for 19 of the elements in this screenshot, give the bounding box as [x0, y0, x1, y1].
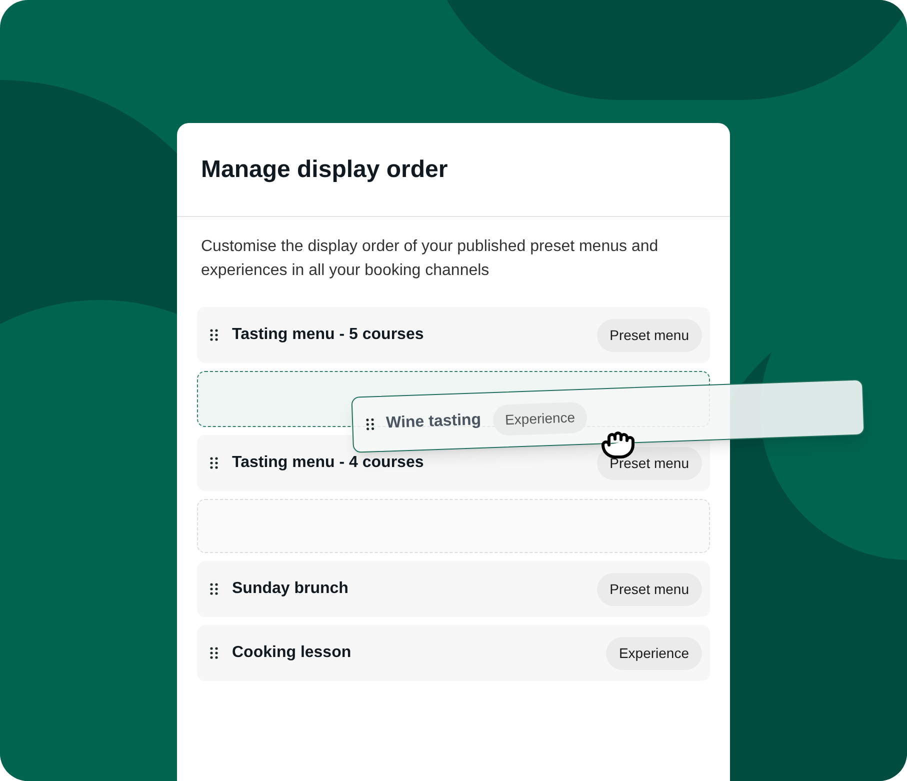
item-title: Tasting menu - 5 courses	[232, 325, 425, 345]
dialog-title: Manage display order	[201, 154, 448, 184]
list-item[interactable]: Sunday brunch Preset menu	[197, 561, 710, 617]
item-title: Tasting menu - 4 courses	[232, 453, 425, 473]
dialog-description: Customise the display order of your published preset menus and experiences in all your booking channels	[200, 237, 660, 281]
item-tag: Preset menu	[596, 318, 702, 352]
drag-handle-icon[interactable]	[210, 329, 218, 341]
drag-handle-icon[interactable]	[210, 647, 218, 659]
drag-handle-icon[interactable]	[210, 457, 218, 469]
drag-handle-icon[interactable]	[210, 583, 218, 595]
list-item[interactable]: Tasting menu - 5 courses Preset menu	[197, 307, 710, 363]
item-title: Sunday brunch	[232, 579, 350, 599]
item-tag: Experience	[492, 401, 588, 436]
item-title: Cooking lesson	[232, 643, 352, 663]
drag-handle-icon[interactable]	[366, 418, 374, 430]
list-item[interactable]: Cooking lesson Experience	[197, 625, 710, 681]
item-tag: Experience	[606, 636, 702, 670]
item-tag: Preset menu	[596, 572, 702, 606]
item-title: Wine tasting	[386, 410, 482, 434]
